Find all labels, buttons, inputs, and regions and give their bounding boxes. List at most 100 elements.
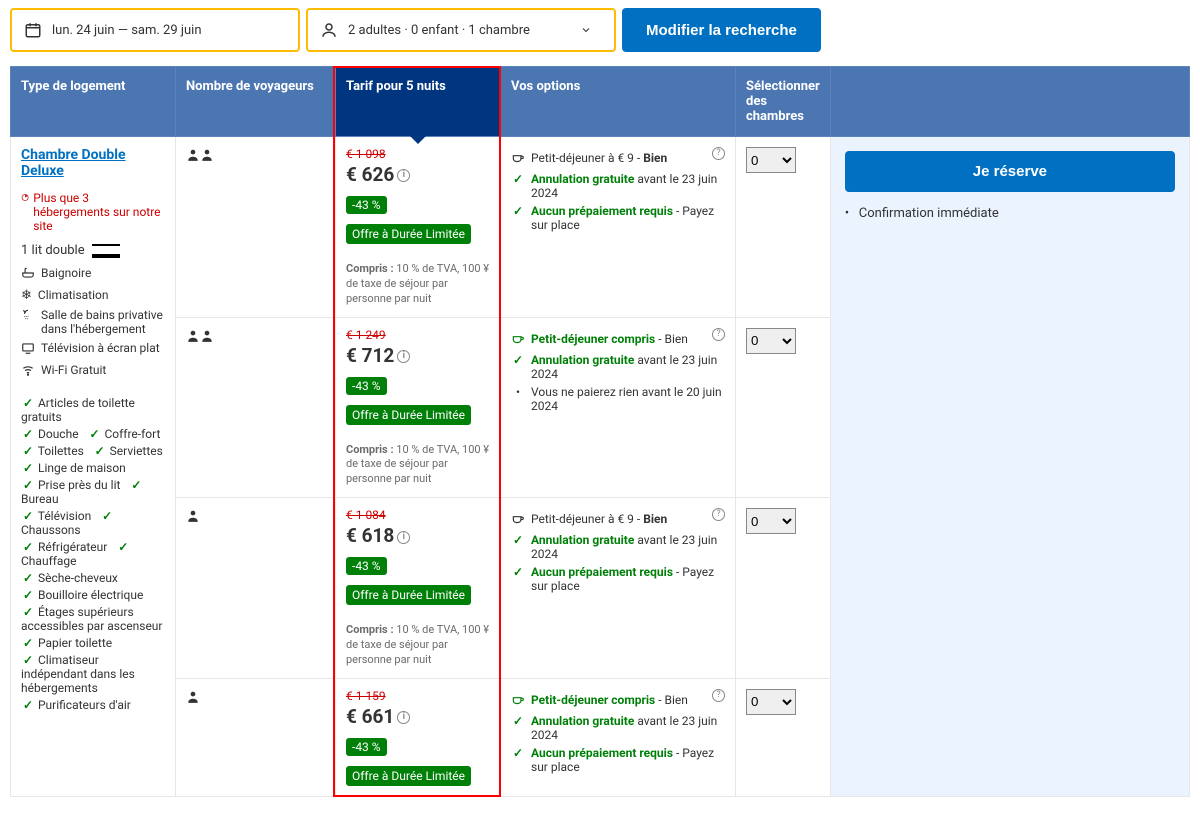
original-price: € 1 159 [346, 689, 490, 703]
guests-cell [176, 317, 336, 498]
info-icon[interactable]: ? [712, 328, 725, 341]
header-price[interactable]: Tarif pour 5 nuits [336, 67, 501, 137]
header-guests: Nombre de voyageurs [176, 67, 336, 137]
price: € 618i [346, 524, 490, 547]
price-cell: € 1 084 € 618i -43 % Offre à Durée Limit… [336, 498, 501, 679]
info-icon[interactable]: i [397, 350, 410, 363]
price-cell: € 1 249 € 712i -43 % Offre à Durée Limit… [336, 317, 501, 498]
reserve-button[interactable]: Je réserve [845, 151, 1175, 192]
price: € 626i [346, 163, 490, 186]
offer-row: Chambre Double Deluxe Plus que 3 héberge… [11, 137, 1190, 318]
discount-badge: -43 % [346, 377, 387, 395]
amenity-row: ✓ Prise près du lit ✓ Bureau [21, 478, 165, 506]
select-cell: 0 [736, 678, 831, 796]
select-cell: 0 [736, 317, 831, 498]
original-price: € 1 084 [346, 508, 490, 522]
facility-item: Télévision à écran plat [21, 341, 165, 358]
breakfast-option: Petit-déjeuner compris - Bien [511, 332, 709, 349]
person-icon [320, 21, 338, 39]
policy-option: ✓Annulation gratuite avant le 23 juin 20… [511, 353, 725, 381]
limited-offer-badge: Offre à Durée Limitée [346, 585, 471, 605]
scarcity-warning: Plus que 3 hébergements sur notre site [21, 191, 165, 233]
policy-option: ✓Annulation gratuite avant le 23 juin 20… [511, 533, 725, 561]
facility-label: Baignoire [41, 266, 91, 280]
facility-label: Salle de bains privative dans l'hébergem… [41, 308, 165, 336]
policy-option: ✓Aucun prépaiement requis - Payez sur pl… [511, 746, 725, 774]
amenity-row: ✓ Linge de maison [21, 461, 165, 475]
options-cell: ?Petit-déjeuner compris - Bien✓Annulatio… [501, 678, 736, 796]
info-icon[interactable]: i [397, 711, 410, 724]
bed-icon [92, 244, 120, 258]
includes-text: Compris : 10 % de TVA, 100 ¥ de taxe de … [346, 262, 490, 307]
options-cell: ?Petit-déjeuner à € 9 - Bien✓Annulation … [501, 498, 736, 679]
room-quantity-select[interactable]: 0 [746, 328, 796, 354]
rooms-table: Type de logement Nombre de voyageurs Tar… [10, 66, 1190, 797]
facility-label: Wi-Fi Gratuit [41, 363, 106, 377]
facility-item: Salle de bains privative dans l'hébergem… [21, 308, 165, 336]
facility-label: Climatisation [38, 288, 109, 302]
price: € 661i [346, 705, 490, 728]
guest-count-icon [186, 508, 200, 527]
limited-offer-badge: Offre à Durée Limitée [346, 766, 471, 786]
amenity-row: ✓ Articles de toilette gratuits [21, 396, 165, 424]
tv-icon [21, 341, 35, 358]
includes-text: Compris : 10 % de TVA, 100 ¥ de taxe de … [346, 623, 490, 668]
chevron-down-icon [580, 24, 592, 36]
shower-icon [21, 308, 35, 325]
info-icon[interactable]: ? [712, 147, 725, 160]
search-bar: lun. 24 juin — sam. 29 juin 2 adultes · … [10, 8, 1190, 52]
check-icon: ✓ [511, 533, 525, 547]
facility-item: Wi-Fi Gratuit [21, 363, 165, 380]
options-cell: ?Petit-déjeuner compris - Bien ✓Annulatio… [501, 317, 736, 498]
info-icon[interactable]: ? [712, 689, 725, 702]
modify-search-button[interactable]: Modifier la recherche [622, 8, 821, 52]
cup-icon [511, 332, 525, 349]
header-type: Type de logement [11, 67, 176, 137]
facility-item: Baignoire [21, 266, 165, 283]
room-quantity-select[interactable]: 0 [746, 689, 796, 715]
info-icon[interactable]: i [397, 531, 410, 544]
cup-icon [511, 512, 525, 529]
policy-option: •Vous ne paierez rien avant le 20 juin 2… [511, 385, 725, 413]
dates-text: lun. 24 juin — sam. 29 juin [52, 23, 202, 38]
amenity-row: ✓ Climatiseur indépendant dans les héber… [21, 653, 165, 695]
dates-field[interactable]: lun. 24 juin — sam. 29 juin [10, 8, 300, 52]
wifi-icon [21, 363, 35, 380]
room-type-link[interactable]: Chambre Double Deluxe [21, 147, 165, 179]
guests-cell [176, 498, 336, 679]
discount-badge: -43 % [346, 196, 387, 214]
info-icon[interactable]: i [397, 169, 410, 182]
bullet-icon: • [511, 385, 525, 399]
header-options: Vos options [501, 67, 736, 137]
policy-option: ✓Aucun prépaiement requis - Payez sur pl… [511, 204, 725, 232]
guests-field[interactable]: 2 adultes · 0 enfant · 1 chambre [306, 8, 616, 52]
limited-offer-badge: Offre à Durée Limitée [346, 405, 471, 425]
select-cell: 0 [736, 137, 831, 318]
room-quantity-select[interactable]: 0 [746, 508, 796, 534]
header-reserve [830, 67, 1189, 137]
amenity-row: ✓ Étages supérieurs accessibles par asce… [21, 605, 165, 633]
limited-offer-badge: Offre à Durée Limitée [346, 224, 471, 244]
amenity-row: ✓ Toilettes ✓ Serviettes [21, 444, 165, 458]
room-quantity-select[interactable]: 0 [746, 147, 796, 173]
original-price: € 1 249 [346, 328, 490, 342]
amenity-row: ✓ Télévision ✓ Chaussons [21, 509, 165, 537]
guest-count-icon [186, 689, 200, 708]
cup-icon [511, 693, 525, 710]
room-type-cell: Chambre Double Deluxe Plus que 3 héberge… [11, 137, 176, 797]
check-icon: ✓ [511, 565, 525, 579]
price-cell: € 1 159 € 661i -43 % Offre à Durée Limit… [336, 678, 501, 796]
guests-cell [176, 137, 336, 318]
original-price: € 1 098 [346, 147, 490, 161]
guest-count-icon [186, 147, 214, 166]
facility-item: ❄Climatisation [21, 288, 165, 303]
check-icon: ✓ [511, 172, 525, 186]
amenity-row: ✓ Sèche-cheveux [21, 571, 165, 585]
breakfast-option: Petit-déjeuner compris - Bien [511, 693, 709, 710]
info-icon[interactable]: ? [712, 508, 725, 521]
bed-config: 1 lit double [21, 243, 165, 258]
includes-text: Compris : 10 % de TVA, 100 ¥ de taxe de … [346, 443, 490, 488]
guest-count-icon [186, 328, 214, 347]
amenity-row: ✓ Réfrigérateur ✓ Chauffage [21, 540, 165, 568]
amenity-row: ✓ Douche ✓ Coffre-fort [21, 427, 165, 441]
